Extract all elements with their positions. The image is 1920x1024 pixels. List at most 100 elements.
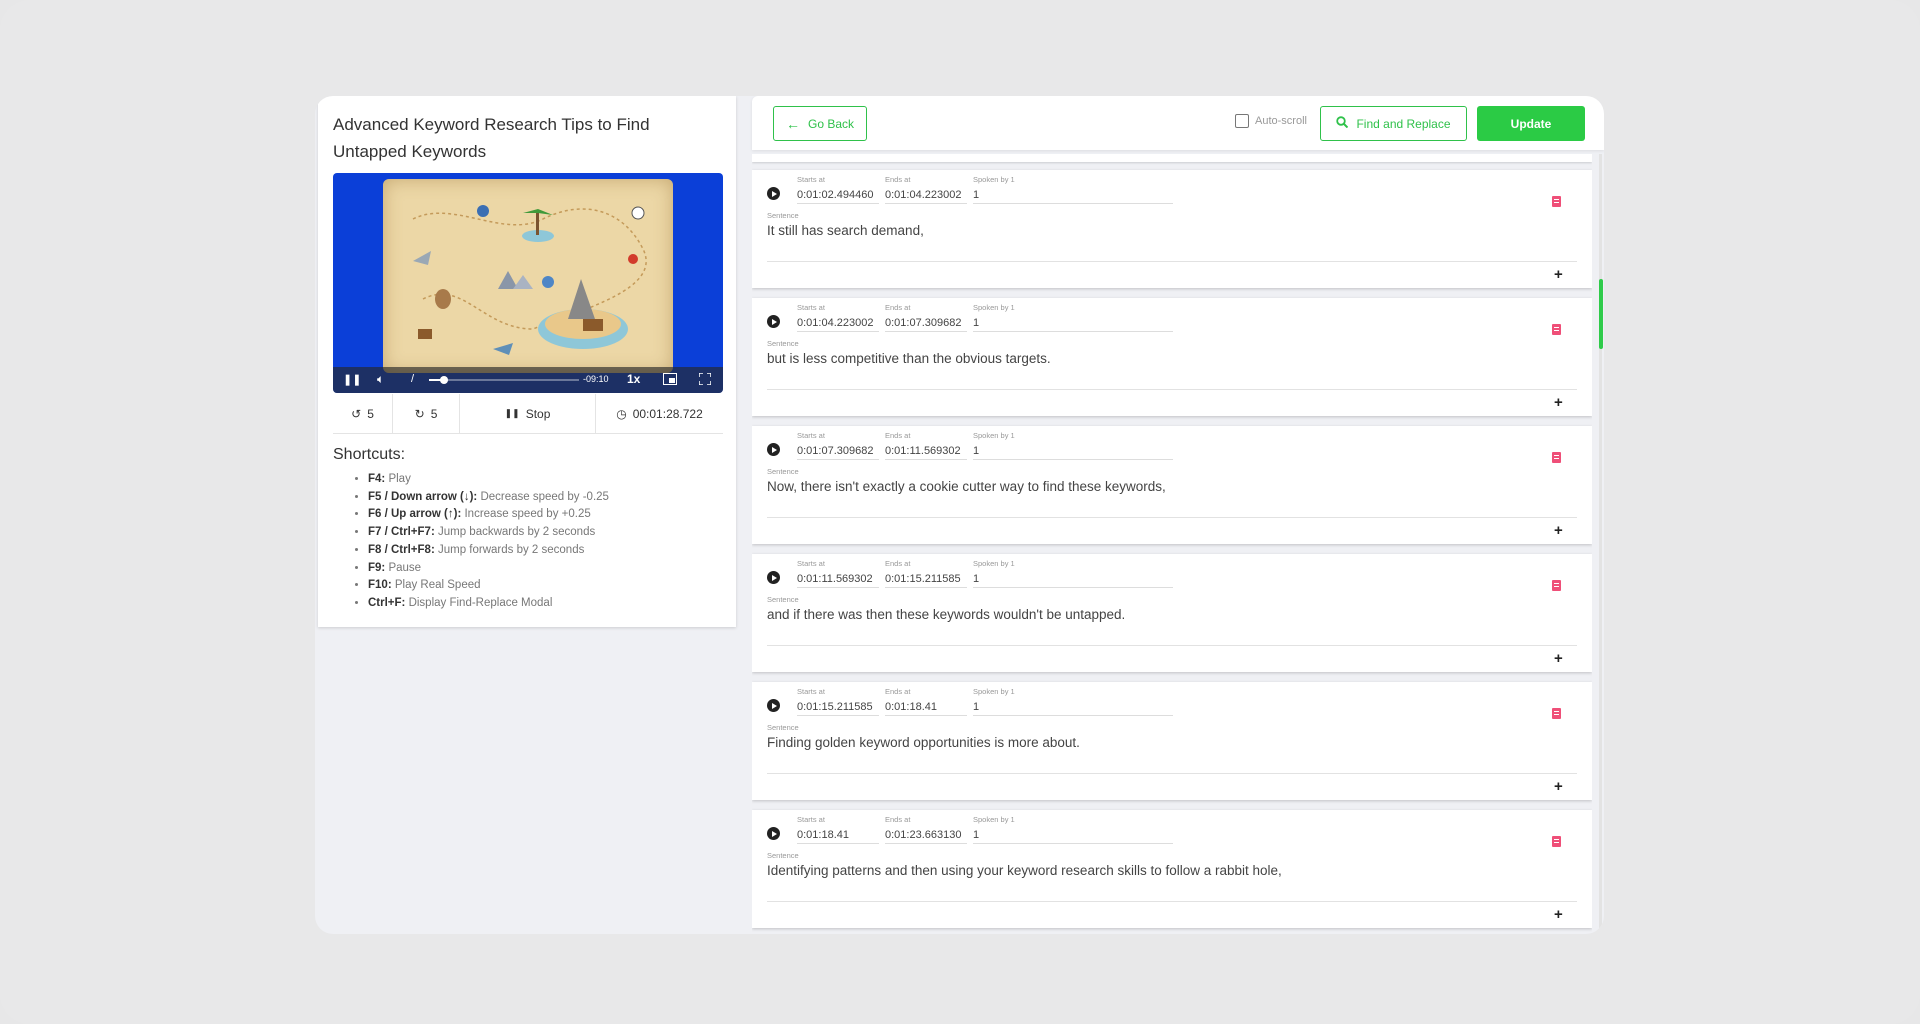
find-replace-button[interactable]: Find and Replace	[1320, 106, 1467, 141]
trash-icon[interactable]	[1552, 452, 1561, 463]
play-segment-button[interactable]	[767, 443, 780, 456]
end-time-input[interactable]: 0:01:11.569302	[885, 444, 967, 460]
spoken-label: Spoken by 1	[973, 431, 1015, 440]
starts-label: Starts at	[797, 431, 825, 440]
progress-bar[interactable]	[429, 376, 579, 384]
plus-icon[interactable]: +	[1554, 267, 1563, 282]
shortcuts-list: F4: Play F5 / Down arrow (↓): Decrease s…	[368, 471, 609, 613]
sentence-text[interactable]: It still has search demand,	[767, 223, 1542, 238]
shortcut-item: Ctrl+F: Display Find-Replace Modal	[368, 595, 609, 613]
ends-label: Ends at	[885, 431, 911, 440]
plus-icon[interactable]: +	[1554, 523, 1563, 538]
sentence-text[interactable]: and if there was then these keywords wou…	[767, 607, 1542, 622]
plus-icon[interactable]: +	[1554, 651, 1563, 666]
window-frame: Advanced Keyword Research Tips to Find U…	[0, 0, 1920, 1024]
spoken-label: Spoken by 1	[973, 559, 1015, 568]
app-container: Advanced Keyword Research Tips to Find U…	[315, 96, 1604, 934]
sentence-label: Sentence	[767, 595, 799, 604]
end-time-input[interactable]: 0:01:18.41	[885, 700, 967, 716]
start-time-input[interactable]: 0:01:04.223002	[797, 316, 879, 332]
play-segment-button[interactable]	[767, 187, 780, 200]
autoscroll-checkbox[interactable]	[1235, 114, 1249, 128]
trash-icon[interactable]	[1552, 196, 1561, 207]
end-time-input[interactable]: 0:01:15.211585	[885, 572, 967, 588]
sentence-text[interactable]: Identifying patterns and then using your…	[767, 863, 1542, 878]
find-replace-label: Find and Replace	[1356, 116, 1451, 131]
scrollbar-thumb[interactable]	[1599, 279, 1603, 349]
previous-segment-edge	[752, 154, 1592, 162]
play-segment-button[interactable]	[767, 827, 780, 840]
sentence-text[interactable]: but is less competitive than the obvious…	[767, 351, 1542, 366]
start-time-input[interactable]: 0:01:18.41	[797, 828, 879, 844]
sentence-underline	[767, 261, 1577, 262]
go-back-label: Go Back	[807, 116, 855, 131]
trash-icon[interactable]	[1552, 708, 1561, 719]
plus-icon[interactable]: +	[1554, 907, 1563, 922]
transcript-toolbar: ← Go Back Auto-scroll Find and Replace U…	[752, 96, 1604, 150]
clock-icon: ◷	[616, 406, 627, 421]
start-time-input[interactable]: 0:01:15.211585	[797, 700, 879, 716]
forward-button[interactable]: ↻ 5	[393, 394, 460, 433]
ends-label: Ends at	[885, 687, 911, 696]
plus-icon[interactable]: +	[1554, 779, 1563, 794]
stop-label: Stop	[525, 406, 551, 421]
end-time-input[interactable]: 0:01:07.309682	[885, 316, 967, 332]
end-time-input[interactable]: 0:01:04.223002	[885, 188, 967, 204]
shortcut-item: F8 / Ctrl+F8: Jump forwards by 2 seconds	[368, 542, 609, 560]
speaker-input[interactable]: 1	[973, 700, 1173, 716]
forward-icon: ↻	[414, 406, 425, 421]
plus-icon[interactable]: +	[1554, 395, 1563, 410]
stop-button[interactable]: ❚❚ Stop	[460, 394, 596, 433]
starts-label: Starts at	[797, 559, 825, 568]
segment-card: Starts at Ends at Spoken by 1 0:01:11.56930…	[752, 554, 1592, 672]
play-segment-button[interactable]	[767, 571, 780, 584]
start-time-input[interactable]: 0:01:11.569302	[797, 572, 879, 588]
trash-icon[interactable]	[1552, 580, 1561, 591]
speaker-input[interactable]: 1	[973, 828, 1173, 844]
pip-icon[interactable]	[663, 373, 677, 388]
ends-label: Ends at	[885, 559, 911, 568]
start-time-input[interactable]: 0:01:07.309682	[797, 444, 879, 460]
trash-icon[interactable]	[1552, 836, 1561, 847]
rewind-button[interactable]: ↺ 5	[333, 394, 393, 433]
autoscroll-toggle[interactable]: Auto-scroll	[1235, 114, 1307, 128]
speaker-input[interactable]: 1	[973, 572, 1173, 588]
volume-icon[interactable]: 🔈︎	[377, 372, 384, 387]
speed-button[interactable]: 1x	[627, 372, 640, 386]
shortcut-item: F4: Play	[368, 471, 609, 489]
shortcut-item: F5 / Down arrow (↓): Decrease speed by -…	[368, 489, 609, 507]
sentence-text[interactable]: Now, there isn't exactly a cookie cutter…	[767, 479, 1542, 494]
spoken-label: Spoken by 1	[973, 815, 1015, 824]
sentence-text[interactable]: Finding golden keyword opportunities is …	[767, 735, 1542, 750]
video-panel: Advanced Keyword Research Tips to Find U…	[318, 96, 736, 627]
scrollbar-track[interactable]	[1599, 154, 1602, 934]
forward-seconds: 5	[430, 406, 438, 421]
spoken-label: Spoken by 1	[973, 687, 1015, 696]
speaker-input[interactable]: 1	[973, 316, 1173, 332]
speaker-input[interactable]: 1	[973, 188, 1173, 204]
sentence-label: Sentence	[767, 339, 799, 348]
video-player[interactable]: ❚❚ 🔈︎ / -09:10 1x	[333, 173, 723, 393]
sentence-label: Sentence	[767, 211, 799, 220]
start-time-input[interactable]: 0:01:02.494460	[797, 188, 879, 204]
ends-label: Ends at	[885, 815, 911, 824]
segment-card: Starts at Ends at Spoken by 1 0:01:07.30968…	[752, 426, 1592, 544]
progress-separator: /	[411, 373, 415, 385]
go-back-button[interactable]: ← Go Back	[773, 106, 867, 141]
play-segment-button[interactable]	[767, 315, 780, 328]
video-controls: ❚❚ 🔈︎ / -09:10 1x	[333, 367, 723, 393]
update-button[interactable]: Update	[1477, 106, 1585, 141]
progress-handle[interactable]	[440, 376, 448, 384]
spoken-label: Spoken by 1	[973, 303, 1015, 312]
pause-icon[interactable]: ❚❚	[343, 373, 361, 386]
sentence-underline	[767, 773, 1577, 774]
segment-list: Starts at Ends at Spoken by 1 0:01:02.49446…	[752, 154, 1592, 934]
trash-icon[interactable]	[1552, 324, 1561, 335]
autoscroll-label: Auto-scroll	[1255, 115, 1307, 127]
ends-label: Ends at	[885, 175, 911, 184]
speaker-input[interactable]: 1	[973, 444, 1173, 460]
end-time-input[interactable]: 0:01:23.663130	[885, 828, 967, 844]
fullscreen-icon[interactable]	[698, 372, 712, 388]
play-segment-button[interactable]	[767, 699, 780, 712]
sentence-label: Sentence	[767, 723, 799, 732]
